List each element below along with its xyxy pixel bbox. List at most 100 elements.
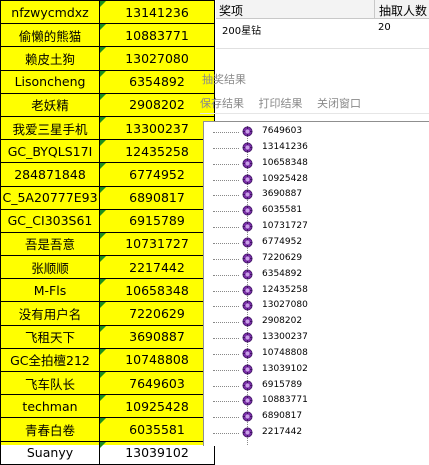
tree-branch bbox=[213, 258, 239, 260]
gem-icon bbox=[242, 380, 253, 391]
sheet-value-cell[interactable]: 13027080 bbox=[99, 46, 215, 71]
result-number: 10658348 bbox=[262, 157, 308, 168]
tree-branch bbox=[213, 211, 239, 213]
sheet-value-cell[interactable]: 2217442 bbox=[99, 255, 215, 280]
result-number: 10731727 bbox=[262, 221, 308, 232]
sheet-value-cell[interactable]: 13141236 bbox=[99, 0, 215, 25]
sheet-name-cell[interactable]: 吾是吾意 bbox=[0, 231, 100, 257]
gem-icon bbox=[242, 205, 253, 216]
sheet-value-cell[interactable]: 6915789 bbox=[99, 208, 215, 233]
header-count[interactable]: 抽取人数 bbox=[379, 2, 427, 19]
gem-icon bbox=[242, 395, 253, 406]
sheet-name-cell[interactable]: 284871848 bbox=[0, 162, 100, 187]
sheet-name-cell[interactable]: 赖皮土狗 bbox=[0, 46, 100, 71]
sheet-value-cell[interactable]: 10925428 bbox=[99, 394, 215, 419]
sheet-row: C_5A20777E93 6890817 bbox=[0, 185, 215, 210]
sheet-name-cell[interactable]: 老妖精 bbox=[0, 92, 100, 117]
sheet-value-cell[interactable]: 13300237 bbox=[99, 115, 215, 141]
gem-icon bbox=[242, 411, 253, 422]
tree-branch bbox=[213, 433, 239, 435]
gem-icon bbox=[242, 316, 253, 327]
sheet-name-cell[interactable]: 飞车队长 bbox=[0, 370, 100, 396]
tree-branch bbox=[213, 227, 239, 229]
gem-icon bbox=[242, 221, 253, 232]
sheet-value-cell[interactable]: 7649603 bbox=[99, 370, 215, 396]
sheet-name-cell[interactable]: 没有用户名 bbox=[0, 301, 100, 326]
print-results-menu-item[interactable]: 打印结果 bbox=[259, 97, 303, 110]
sheet-name-cell[interactable]: M-Fls bbox=[0, 278, 100, 303]
gem-icon bbox=[242, 126, 253, 137]
result-number: 13027080 bbox=[262, 300, 308, 311]
sheet-value-cell[interactable]: 10748808 bbox=[99, 347, 215, 373]
sheet-value-cell[interactable]: 6890817 bbox=[99, 185, 215, 210]
sheet-name-cell[interactable]: Lisoncheng bbox=[0, 69, 100, 94]
result-number: 6035581 bbox=[262, 205, 303, 216]
result-number: 10925428 bbox=[262, 173, 308, 184]
gem-icon bbox=[242, 253, 253, 264]
result-number: 13300237 bbox=[262, 332, 308, 343]
sheet-name-cell[interactable]: techman bbox=[0, 394, 100, 419]
result-number: 2908202 bbox=[262, 316, 303, 327]
prize-cell: 200星钻 bbox=[222, 26, 262, 37]
sheet-row: nfzwycmdxz 13141236 bbox=[0, 0, 215, 25]
sheet-name-cell[interactable]: C_5A20777E93 bbox=[0, 185, 100, 210]
header-prize[interactable]: 奖项 bbox=[219, 2, 243, 19]
gem-icon bbox=[242, 189, 253, 200]
column-divider[interactable] bbox=[374, 0, 375, 18]
sheet-name-cell[interactable]: GC_BYQLS17I bbox=[0, 139, 100, 164]
result-number: 13039102 bbox=[262, 363, 308, 374]
sheet-value-cell[interactable]: 10658348 bbox=[99, 278, 215, 303]
gem-icon bbox=[242, 332, 253, 343]
close-window-menu-item[interactable]: 关闭窗口 bbox=[317, 97, 361, 110]
grid-divider bbox=[216, 48, 429, 49]
sheet-name-cell[interactable]: GC全拍檀212 bbox=[0, 347, 100, 373]
sheet-name-cell[interactable]: 张顺顺 bbox=[0, 255, 100, 280]
sheet-name-cell[interactable]: 飞租天下 bbox=[0, 324, 100, 349]
result-number: 10748808 bbox=[262, 347, 308, 358]
tree-branch bbox=[213, 242, 239, 244]
spreadsheet: nfzwycmdxz 13141236 偷懒的熊猫 10883771 赖皮土狗 13027… bbox=[0, 0, 215, 465]
tree-branch bbox=[213, 401, 239, 403]
sheet-value-cell[interactable]: 6354892 bbox=[99, 69, 215, 94]
spreadsheet-table: nfzwycmdxz 13141236 偷懒的熊猫 10883771 赖皮土狗 13027… bbox=[0, 0, 215, 465]
tree-branch bbox=[213, 195, 239, 197]
sheet-row: 吾是吾意 10731727 bbox=[0, 231, 215, 257]
sheet-value-cell[interactable]: 6774952 bbox=[99, 162, 215, 187]
sheet-name-cell[interactable]: 青春白卷 bbox=[0, 417, 100, 442]
tree-branch bbox=[213, 132, 239, 133]
tree-branch bbox=[213, 385, 239, 387]
results-tree[interactable] bbox=[203, 121, 429, 446]
menu-divider bbox=[200, 113, 429, 114]
result-number: 12435258 bbox=[262, 284, 308, 295]
sheet-value-cell[interactable]: 3690887 bbox=[99, 324, 215, 349]
tree-branch bbox=[213, 290, 239, 292]
sheet-row: 张顺顺 2217442 bbox=[0, 255, 215, 280]
sheet-value-cell[interactable]: 10883771 bbox=[99, 23, 215, 48]
sheet-name-cell[interactable]: 偷懒的熊猫 bbox=[0, 23, 100, 48]
tree-branch bbox=[213, 369, 239, 371]
sheet-row: 老妖精 2908202 bbox=[0, 92, 215, 117]
gem-icon bbox=[242, 158, 253, 169]
sheet-value-cell[interactable]: 10731727 bbox=[99, 231, 215, 257]
result-number: 3690887 bbox=[262, 189, 303, 200]
sheet-name-cell[interactable]: nfzwycmdxz bbox=[0, 0, 100, 25]
sheet-value-cell[interactable]: 2908202 bbox=[99, 92, 215, 117]
sheet-row: 飞租天下 3690887 bbox=[0, 324, 215, 349]
tree-branch bbox=[213, 338, 239, 340]
sheet-name-cell[interactable]: 我爱三星手机 bbox=[0, 115, 100, 141]
result-number: 6354892 bbox=[262, 268, 303, 279]
sheet-row: techman 10925428 bbox=[0, 394, 215, 419]
result-number: 10883771 bbox=[262, 395, 308, 406]
save-results-menu-item[interactable]: 保存结果 bbox=[200, 97, 244, 110]
tree-branch bbox=[213, 322, 239, 324]
gem-icon bbox=[242, 174, 253, 185]
gem-icon bbox=[242, 237, 253, 248]
dialog-menu: 保存结果 打印结果 关闭窗口 bbox=[200, 95, 372, 111]
sheet-value-cell[interactable]: 12435258 bbox=[99, 139, 215, 164]
result-number: 6774952 bbox=[262, 236, 303, 247]
tree-branch bbox=[213, 274, 239, 276]
sheet-value-cell[interactable]: 6035581 bbox=[99, 417, 215, 442]
sheet-name-cell[interactable]: GC_CI303S61 bbox=[0, 208, 100, 233]
sheet-value-cell[interactable]: 7220629 bbox=[99, 301, 215, 326]
sheet-row: GC_BYQLS17I 12435258 bbox=[0, 139, 215, 164]
